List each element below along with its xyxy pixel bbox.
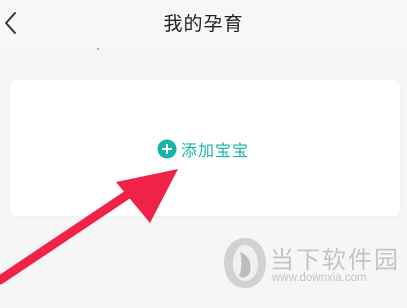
- page-title: 我的孕育: [163, 13, 244, 35]
- plus-circle-icon: [157, 139, 177, 159]
- add-baby-button[interactable]: 添加宝宝: [157, 137, 249, 161]
- speck-dot: [97, 48, 99, 50]
- downxia-logo-icon: [224, 238, 266, 288]
- watermark-url: www.downxia.com: [272, 272, 367, 284]
- watermark-name: 当下软件园: [270, 246, 400, 274]
- add-baby-label: 添加宝宝: [181, 141, 250, 160]
- header-bar: 我的孕育: [0, 0, 407, 46]
- watermark: 当下软件园 www.downxia.com: [222, 236, 398, 296]
